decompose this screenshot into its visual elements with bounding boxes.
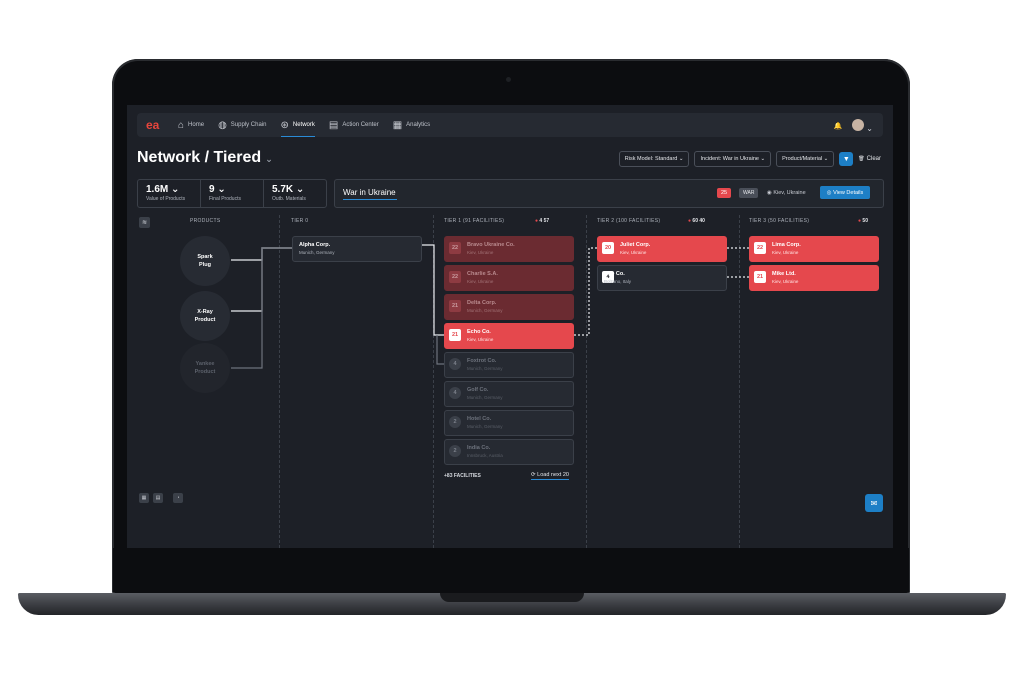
facility-location: Munich, Germany xyxy=(467,366,503,371)
facility-risk-score: 4 xyxy=(449,358,461,370)
facility-name: Bravo Ukraine Co. xyxy=(467,242,515,248)
facility-risk-score: 21 xyxy=(449,329,461,341)
product-x-ray[interactable]: X-Ray Product xyxy=(180,291,230,341)
facility-card[interactable]: 22 Bravo Ukraine Co. Kiev, Ukraine xyxy=(444,236,574,262)
facility-name: Golf Co. xyxy=(467,387,489,393)
facility-risk-score: 4 xyxy=(449,387,461,399)
facility-card[interactable]: 4 Foxtrot Co. Munich, Germany xyxy=(444,352,574,378)
facility-card[interactable]: 21 Echo Co. Kiev, Ukraine xyxy=(444,323,574,349)
more-facilities: +83 FACILITIES xyxy=(444,473,481,479)
facility-card[interactable]: 20 Juliet Corp. Kiev, Ukraine xyxy=(597,236,727,262)
chat-icon[interactable]: ✉ xyxy=(865,494,883,512)
facility-card[interactable]: Alpha Corp. Munich, Germany xyxy=(292,236,422,262)
product-spark-plug[interactable]: Spark Plug xyxy=(180,236,230,286)
grid-view-icon[interactable]: ▦ xyxy=(139,493,149,503)
facility-risk-score: 22 xyxy=(449,271,461,283)
facility-risk-score: 2 xyxy=(449,416,461,428)
list-view-icon[interactable]: ▤ xyxy=(153,493,163,503)
facility-location: Munich, Germany xyxy=(467,395,503,400)
facility-location: Kiev, Ukraine xyxy=(467,279,494,284)
facility-name: Foxtrot Co. xyxy=(467,358,497,364)
laptop-notch xyxy=(440,593,584,602)
facility-name: Lima Corp. xyxy=(772,242,801,248)
facility-location: Kiev, Ukraine xyxy=(620,250,647,255)
facility-location: Munich, Germany xyxy=(467,424,503,429)
facility-card[interactable]: 4 Kilo Co. Bolzano, Italy xyxy=(597,265,727,291)
link-alpha-yankee xyxy=(231,247,292,369)
facility-risk-score: 21 xyxy=(754,271,766,283)
facility-location: Kiev, Ukraine xyxy=(467,250,494,255)
link-echo-alpha xyxy=(421,244,444,336)
facility-location: Kiev, Ukraine xyxy=(772,250,799,255)
rss-icon[interactable]: ◔ xyxy=(173,493,183,503)
load-next-button[interactable]: ⟳ Load next 20 xyxy=(531,472,569,480)
facility-card[interactable]: 21 Delta Corp. Munich, Germany xyxy=(444,294,574,320)
facility-name: Mike Ltd. xyxy=(772,271,796,277)
facility-name: Delta Corp. xyxy=(467,300,497,306)
product-yankee[interactable]: Yankee Product xyxy=(180,343,230,393)
facility-name: Juliet Corp. xyxy=(620,242,651,248)
app-screen: ea ⌂ Home ◍ Supply Chain ⊛ Network ▤ Action … xyxy=(127,105,893,548)
facility-location: Kiev, Ukraine xyxy=(772,279,799,284)
facility-risk-score: 22 xyxy=(449,242,461,254)
facility-name: India Co. xyxy=(467,445,491,451)
facility-name: Kilo Co. xyxy=(604,271,625,277)
link-grey-alpha xyxy=(436,335,444,365)
facility-name: Echo Co. xyxy=(467,329,491,335)
facility-risk-score: 20 xyxy=(602,242,614,254)
facility-name: Hotel Co. xyxy=(467,416,492,422)
facility-location: Kiev, Ukraine xyxy=(467,337,494,342)
facility-risk-score: 2 xyxy=(449,445,461,457)
facility-card[interactable]: 2 India Co. Innsbruck, Austria xyxy=(444,439,574,465)
facility-card[interactable]: 22 Charlie S.A. Kiev, Ukraine xyxy=(444,265,574,291)
facility-location: Munich, Germany xyxy=(467,308,503,313)
facility-card[interactable]: 4 Golf Co. Munich, Germany xyxy=(444,381,574,407)
facility-card[interactable]: 21 Mike Ltd. Kiev, Ukraine xyxy=(749,265,879,291)
facility-risk-score: 22 xyxy=(754,242,766,254)
facility-card[interactable]: 2 Hotel Co. Munich, Germany xyxy=(444,410,574,436)
facility-name: Charlie S.A. xyxy=(467,271,498,277)
facility-card[interactable]: 22 Lima Corp. Kiev, Ukraine xyxy=(749,236,879,262)
camera xyxy=(506,77,511,82)
facility-risk-score: 21 xyxy=(449,300,461,312)
link-juliet-echo xyxy=(573,247,597,336)
facility-location: Bolzano, Italy xyxy=(604,279,632,284)
facility-location: Innsbruck, Austria xyxy=(467,453,503,458)
laptop-bezel xyxy=(113,548,909,592)
